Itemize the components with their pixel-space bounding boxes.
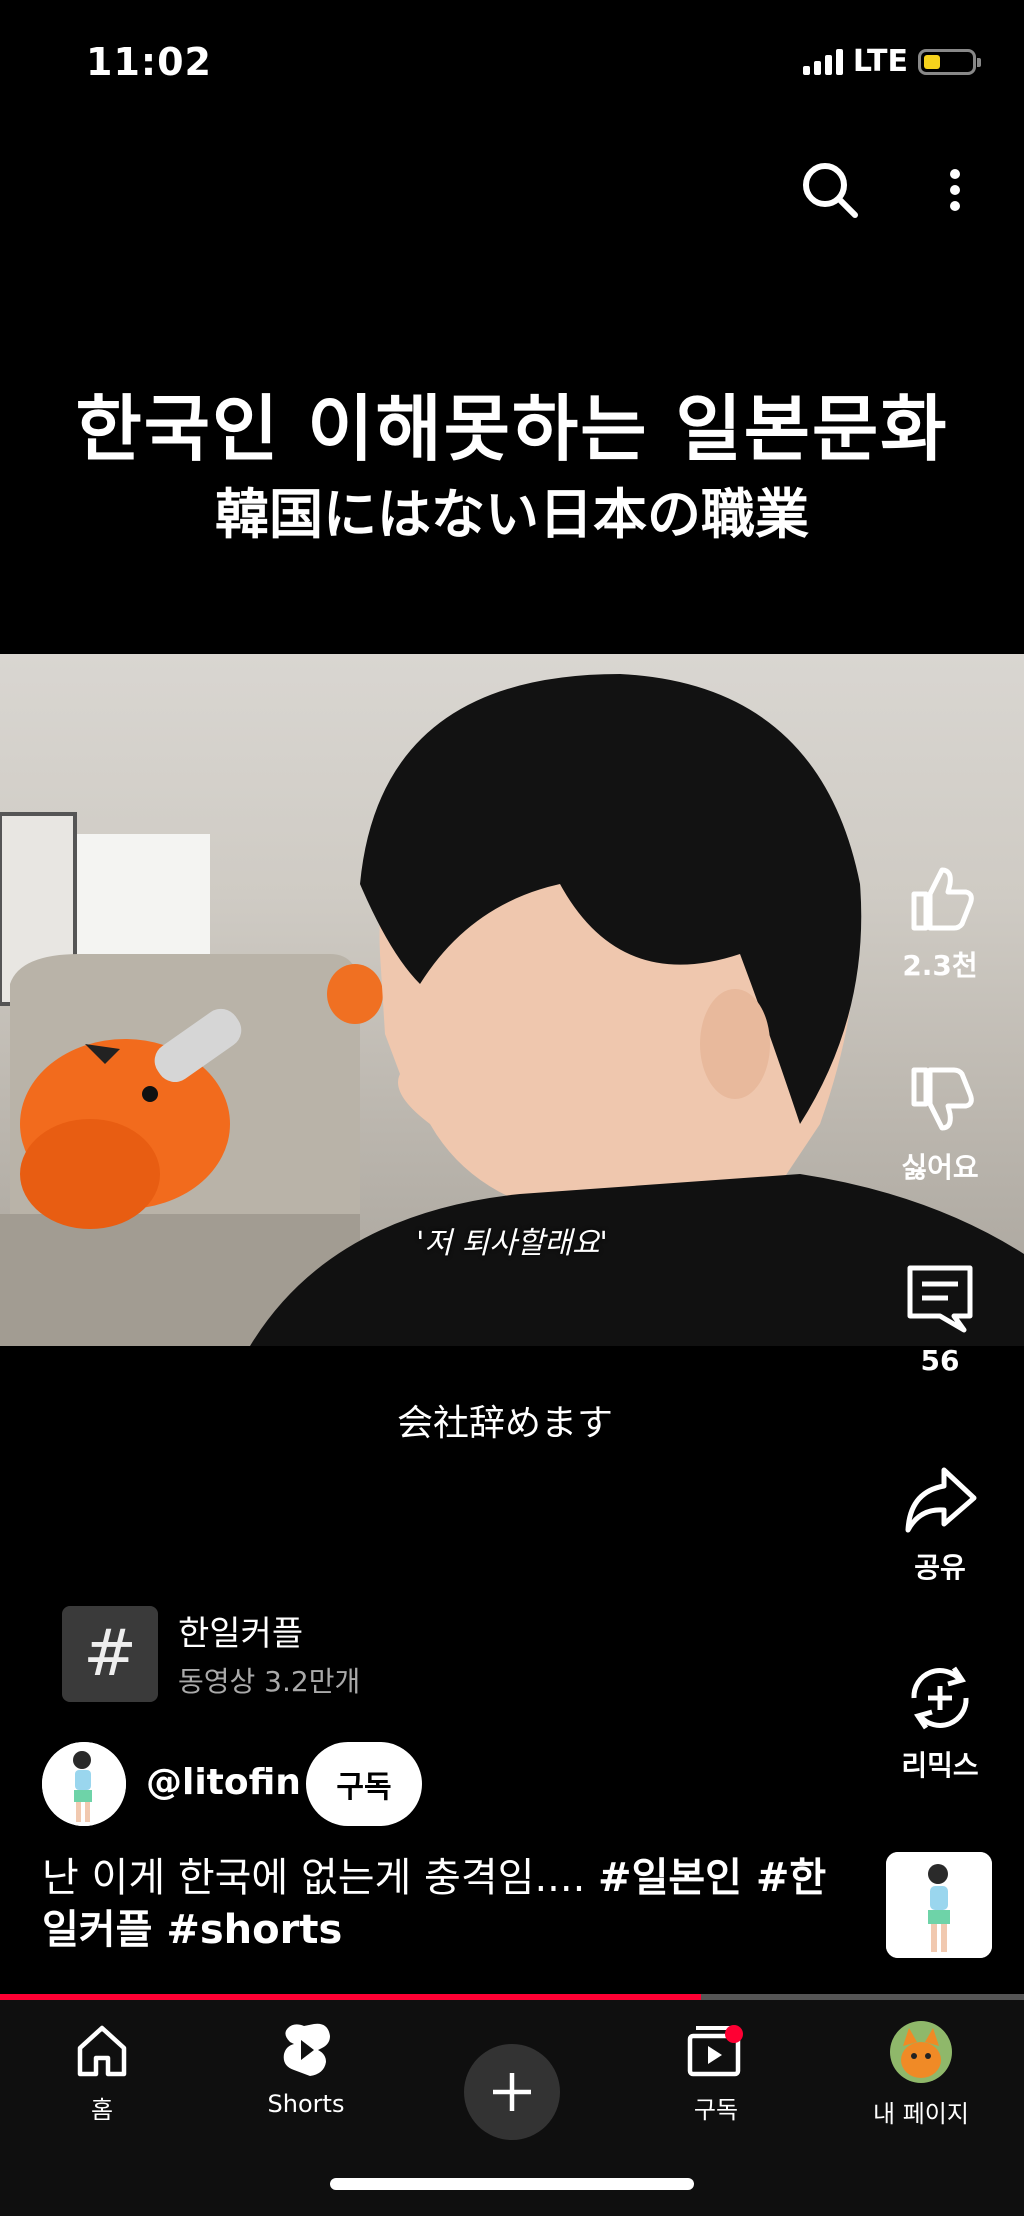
- thumbs-up-icon: [911, 867, 974, 931]
- video-description[interactable]: 난 이게 한국에 없는게 충격임.... #일본인 #한일커플 #shorts: [42, 1852, 852, 1956]
- subscribe-button[interactable]: 구독: [306, 1742, 422, 1826]
- description-text: 난 이게 한국에 없는게 충격임....: [42, 1855, 599, 1901]
- channel-avatar[interactable]: [42, 1742, 126, 1826]
- nav-shorts[interactable]: Shorts: [221, 2020, 391, 2118]
- comment-icon: [907, 1265, 973, 1333]
- nav-my-page[interactable]: 내 페이지: [836, 2020, 1006, 2129]
- nav-subscriptions[interactable]: 구독: [631, 2020, 801, 2125]
- share-label: 공유: [914, 1551, 966, 1584]
- more-options-button[interactable]: [940, 160, 970, 220]
- network-type: LTE: [852, 44, 908, 79]
- video-title-japanese: 韓国にはない日本の職業: [215, 483, 809, 546]
- video-burned-caption: '저 퇴사할래요': [416, 1226, 608, 1261]
- thumbs-down-icon: [911, 1067, 974, 1131]
- nav-shorts-label: Shorts: [267, 2090, 345, 2118]
- remix-icon: [911, 1666, 969, 1730]
- share-button[interactable]: 공유: [880, 1464, 1000, 1586]
- hashtag-icon[interactable]: #: [62, 1606, 158, 1702]
- window-shape: [60, 834, 210, 974]
- avatar-image: [42, 1742, 126, 1826]
- remix-label: 리믹스: [901, 1749, 979, 1782]
- thumbnail-image: [886, 1852, 992, 1958]
- nav-my-page-label: 내 페이지: [873, 2100, 969, 2128]
- profile-avatar-icon: [890, 2021, 952, 2083]
- notification-dot: [725, 2025, 743, 2043]
- hashtag-video-count: 동영상 3.2만개: [178, 1665, 361, 1698]
- channel-handle[interactable]: @litofin: [146, 1762, 301, 1803]
- dislike-button[interactable]: 싫어요: [880, 1064, 1000, 1186]
- search-icon: [803, 163, 858, 218]
- nav-home[interactable]: 홈: [17, 2020, 187, 2125]
- hashtag-name[interactable]: 한일커플: [178, 1606, 303, 1655]
- signal-icon: [802, 48, 843, 75]
- home-indicator: [330, 2178, 694, 2190]
- video-frame[interactable]: '저 퇴사할래요': [0, 654, 1024, 1346]
- plus-icon: [493, 2073, 531, 2111]
- home-icon: [77, 2025, 127, 2077]
- video-title-korean: 한국인 이해못하는 일본문화: [75, 387, 949, 471]
- comments-button[interactable]: 56: [880, 1262, 1000, 1377]
- shorts-icon: [283, 2023, 330, 2076]
- like-button[interactable]: 2.3천: [880, 862, 1000, 984]
- dislike-label: 싫어요: [901, 1151, 979, 1184]
- video-subtitle: 会社辞めます: [396, 1403, 613, 1444]
- comment-count: 56: [920, 1344, 960, 1377]
- status-time: 11:02: [86, 40, 212, 84]
- nav-subscriptions-label: 구독: [693, 2096, 739, 2124]
- search-button[interactable]: [800, 160, 860, 220]
- share-icon: [905, 1467, 977, 1533]
- subscriptions-icon: [687, 2025, 743, 2077]
- more-vertical-icon: [950, 169, 960, 211]
- status-indicators: LTE: [802, 44, 981, 79]
- nav-home-label: 홈: [90, 2096, 114, 2124]
- like-count: 2.3천: [902, 949, 978, 982]
- sound-thumbnail[interactable]: [886, 1852, 992, 1958]
- create-button[interactable]: [464, 2044, 560, 2140]
- remix-button[interactable]: 리믹스: [880, 1662, 1000, 1784]
- battery-icon: [918, 48, 981, 75]
